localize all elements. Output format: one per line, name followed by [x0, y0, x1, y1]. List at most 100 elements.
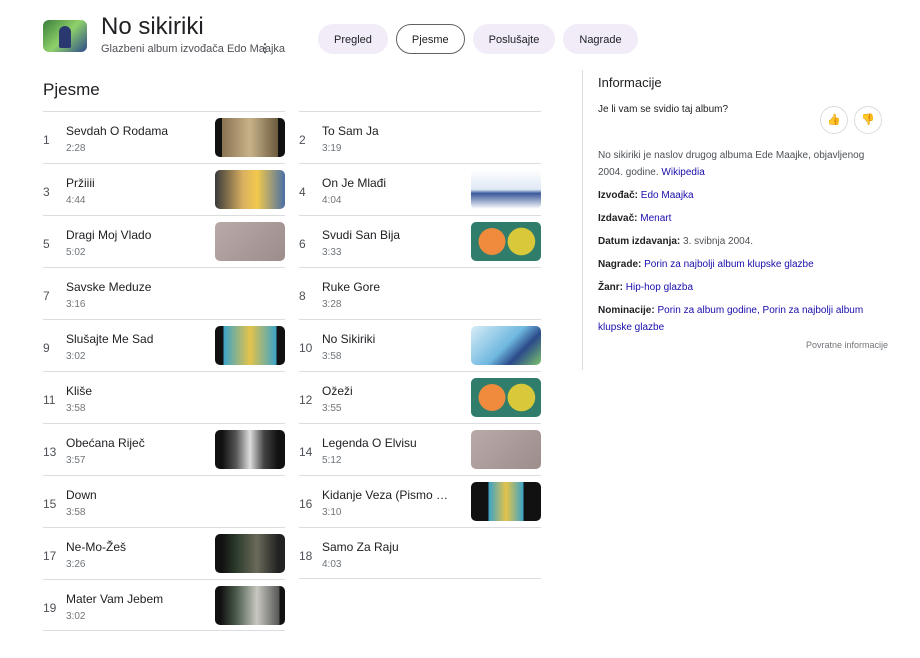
tab-pregled[interactable]: Pregled: [318, 24, 388, 54]
fact-label: Datum izdavanja:: [598, 236, 681, 247]
track-duration: 3:57: [66, 455, 86, 466]
track-thumbnail[interactable]: [471, 170, 541, 209]
track-title[interactable]: Sevdah O Rodama: [66, 124, 168, 138]
track-row[interactable]: 18 Samo Za Raju 4:03: [299, 527, 541, 579]
track-duration: 5:02: [66, 247, 86, 258]
fact-label: Izdavač:: [598, 213, 638, 224]
track-title[interactable]: No Sikiriki: [322, 332, 375, 346]
track-row[interactable]: 3 Pržiiii 4:44: [43, 163, 285, 215]
thumbs-up-icon[interactable]: 👍: [820, 106, 848, 134]
track-thumbnail[interactable]: [215, 222, 285, 261]
info-fact: Nominacije: Porin za album godine, Porin…: [598, 302, 888, 336]
track-number: 1: [43, 133, 50, 147]
more-options-icon[interactable]: ⋮: [259, 41, 271, 55]
track-list: 1 Sevdah O Rodama 2:28 2 To Sam Ja 3:19 3 …: [43, 111, 541, 631]
track-thumbnail[interactable]: [215, 534, 285, 573]
track-row[interactable]: 2 To Sam Ja 3:19: [299, 111, 541, 163]
track-title[interactable]: Svudi San Bija: [322, 228, 400, 242]
track-thumbnail[interactable]: [471, 430, 541, 469]
fact-link[interactable]: Porin za najbolji album klupske glazbe: [644, 259, 814, 270]
track-row[interactable]: 11 Kliše 3:58: [43, 371, 285, 423]
info-title: Informacije: [598, 75, 662, 90]
track-thumbnail[interactable]: [215, 586, 285, 625]
wikipedia-link[interactable]: Wikipedia: [661, 167, 704, 178]
track-title[interactable]: Savske Meduze: [66, 280, 151, 294]
track-row[interactable]: 1 Sevdah O Rodama 2:28: [43, 111, 285, 163]
track-number: 8: [299, 289, 306, 303]
fact-link[interactable]: Hip-hop glazba: [626, 282, 693, 293]
track-row[interactable]: 13 Obećana Riječ 3:57: [43, 423, 285, 475]
track-thumbnail[interactable]: [215, 326, 285, 365]
track-row[interactable]: 4 On Je Mlađi 4:04: [299, 163, 541, 215]
info-panel: Informacije Je li vam se svidio taj albu…: [598, 75, 888, 350]
track-row[interactable]: 9 Slušajte Me Sad 3:02: [43, 319, 285, 371]
track-duration: 2:28: [66, 143, 86, 154]
track-thumbnail[interactable]: [215, 118, 285, 157]
track-title[interactable]: Kliše: [66, 384, 92, 398]
track-row[interactable]: 12 Ožeži 3:55: [299, 371, 541, 423]
tab-nagrade[interactable]: Nagrade: [563, 24, 638, 54]
track-number: 18: [299, 549, 313, 563]
track-row[interactable]: 8 Ruke Gore 3:28: [299, 267, 541, 319]
fact-label: Žanr:: [598, 282, 623, 293]
track-row[interactable]: 7 Savske Meduze 3:16: [43, 267, 285, 319]
track-row[interactable]: 17 Ne-Mo-Žeš 3:26: [43, 527, 285, 579]
track-row[interactable]: 6 Svudi San Bija 3:33: [299, 215, 541, 267]
track-title[interactable]: Obećana Riječ: [66, 436, 145, 450]
track-title[interactable]: Down: [66, 488, 97, 502]
track-title[interactable]: Slušajte Me Sad: [66, 332, 153, 346]
tab-pjesme[interactable]: Pjesme: [395, 24, 465, 54]
track-number: 12: [299, 393, 313, 407]
track-number: 17: [43, 549, 57, 563]
track-title[interactable]: Ruke Gore: [322, 280, 380, 294]
tab-bar: Pregled Pjesme Poslušajte Nagrade: [318, 24, 638, 54]
track-number: 2: [299, 133, 306, 147]
info-fact: Datum izdavanja: 3. svibnja 2004.: [598, 233, 888, 250]
track-number: 5: [43, 237, 50, 251]
track-number: 3: [43, 185, 50, 199]
description: No sikiriki je naslov drugog albuma Ede …: [598, 150, 865, 178]
track-title[interactable]: Pržiiii: [66, 176, 95, 190]
track-title[interactable]: Kidanje Veza (Pismo …: [322, 488, 448, 502]
track-thumbnail[interactable]: [215, 430, 285, 469]
track-title[interactable]: Mater Vam Jebem: [66, 592, 163, 606]
track-row[interactable]: 14 Legenda O Elvisu 5:12: [299, 423, 541, 475]
track-number: 13: [43, 445, 57, 459]
fact-label: Nagrade:: [598, 259, 642, 270]
track-title[interactable]: Ne-Mo-Žeš: [66, 540, 126, 554]
track-row[interactable]: 5 Dragi Moj Vlado 5:02: [43, 215, 285, 267]
track-number: 6: [299, 237, 306, 251]
fact-link[interactable]: Edo Maajka: [641, 190, 694, 201]
track-title[interactable]: Dragi Moj Vlado: [66, 228, 151, 242]
track-row[interactable]: 10 No Sikiriki 3:58: [299, 319, 541, 371]
track-number: 16: [299, 497, 313, 511]
track-title[interactable]: To Sam Ja: [322, 124, 379, 138]
track-row[interactable]: 16 Kidanje Veza (Pismo … 3:10: [299, 475, 541, 527]
track-thumbnail[interactable]: [471, 378, 541, 417]
track-duration: 4:03: [322, 559, 342, 570]
track-row[interactable]: 15 Down 3:58: [43, 475, 285, 527]
track-number: 4: [299, 185, 306, 199]
fact-value: 3. svibnja 2004.: [683, 236, 754, 247]
track-thumbnail[interactable]: [471, 222, 541, 261]
info-fact: Nagrade: Porin za najbolji album klupske…: [598, 256, 888, 273]
track-duration: 3:58: [322, 351, 342, 362]
track-duration: 4:04: [322, 195, 342, 206]
track-number: 10: [299, 341, 313, 355]
track-row[interactable]: 19 Mater Vam Jebem 3:02: [43, 579, 285, 631]
thumbs-down-icon[interactable]: 👎: [854, 106, 882, 134]
track-thumbnail[interactable]: [471, 326, 541, 365]
track-thumbnail[interactable]: [471, 482, 541, 521]
track-number: 15: [43, 497, 57, 511]
track-title[interactable]: Legenda O Elvisu: [322, 436, 417, 450]
track-title[interactable]: On Je Mlađi: [322, 176, 386, 190]
track-duration: 3:58: [66, 403, 86, 414]
tab-poslusajte[interactable]: Poslušajte: [472, 24, 556, 54]
fact-label: Izvođač:: [598, 190, 639, 201]
album-cover[interactable]: [43, 20, 87, 52]
track-title[interactable]: Ožeži: [322, 384, 353, 398]
track-thumbnail[interactable]: [215, 170, 285, 209]
fact-link[interactable]: Menart: [640, 213, 671, 224]
feedback-link[interactable]: Povratne informacije: [598, 340, 888, 350]
track-title[interactable]: Samo Za Raju: [322, 540, 399, 554]
